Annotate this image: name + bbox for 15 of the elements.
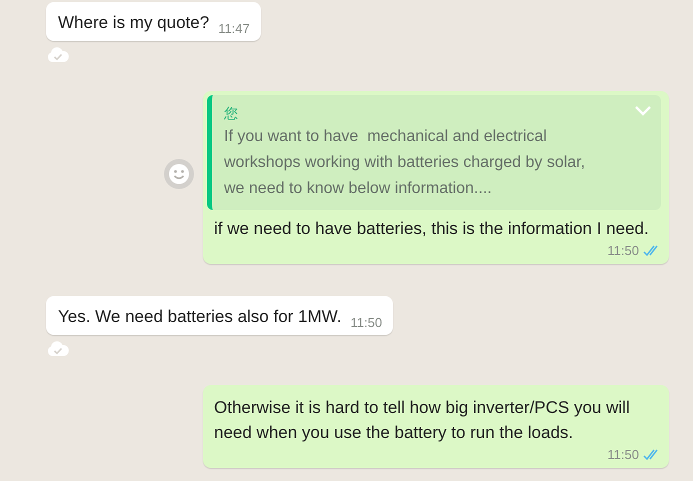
message-time: 11:50 [607, 447, 639, 462]
message-text: if we need to have batteries, this is the information I need. [213, 218, 650, 240]
quoted-message[interactable]: 您 If you want to have mechanical and electrical workshops working with batteries charged by solar, we need to know below information.... [207, 95, 661, 210]
emoji-reaction-icon[interactable] [164, 158, 194, 188]
message-time: 11:50 [607, 243, 639, 258]
message-time: 11:50 [350, 315, 382, 330]
message-text: Where is my quote? [58, 12, 210, 34]
cloud-check-icon[interactable] [47, 47, 69, 63]
message-time: 11:47 [218, 21, 250, 36]
chevron-down-icon[interactable] [633, 105, 653, 117]
quote-text: If you want to have mechanical and electrical workshops working with batteries charged by solar, we need to know below information.... [224, 127, 586, 199]
message-text: Otherwise it is hard to tell how big inverter/PCS you will need when you use the battery to run the loads. [213, 397, 631, 444]
cloud-check-icon[interactable] [47, 341, 69, 357]
message-text: Yes. We need batteries also for 1MW. [58, 306, 342, 328]
quote-author: 您 [224, 104, 238, 123]
